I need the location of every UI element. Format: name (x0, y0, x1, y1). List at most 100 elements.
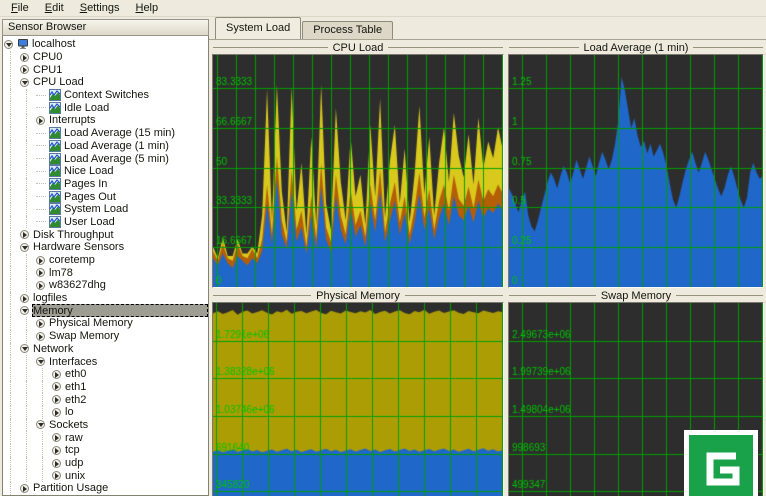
tree-item-label: Load Average (1 min) (64, 140, 169, 152)
swap-memory-chart-frame (508, 302, 764, 496)
expand-icon[interactable] (52, 382, 61, 391)
collapse-icon[interactable] (20, 243, 29, 252)
tree-item-system-load[interactable]: System Load (3, 203, 208, 216)
physical-memory-chart (213, 303, 503, 496)
collapse-icon[interactable] (36, 420, 45, 429)
tree-guide-line (3, 482, 19, 495)
tree-item-label: Load Average (15 min) (64, 127, 175, 139)
collapse-icon[interactable] (4, 40, 13, 49)
tree-item-label: Physical Memory (49, 317, 133, 329)
g-letter-icon (689, 435, 753, 496)
expand-icon[interactable] (36, 281, 45, 290)
tree-guide-line (19, 216, 35, 229)
tree-item-sockets[interactable]: Sockets (3, 419, 208, 432)
tree-item-raw[interactable]: raw (3, 431, 208, 444)
tree-item-user-load[interactable]: User Load (3, 216, 208, 229)
tree-item-interrupts[interactable]: Interrupts (3, 114, 208, 127)
tree-item-pages-out[interactable]: Pages Out (3, 190, 208, 203)
expand-icon[interactable] (52, 471, 61, 480)
tree-item-partition-usage[interactable]: Partition Usage (3, 482, 208, 495)
cpu-load-title: CPU Load (212, 42, 504, 54)
tree-item-body: Interfaces (48, 355, 208, 368)
tree-item-context-switches[interactable]: Context Switches (3, 89, 208, 102)
tree-item-eth0[interactable]: eth0 (3, 368, 208, 381)
tree-item-idle-load[interactable]: Idle Load (3, 101, 208, 114)
tree-item-udp[interactable]: udp (3, 457, 208, 470)
tree-item-tcp[interactable]: tcp (3, 444, 208, 457)
expand-icon[interactable] (36, 116, 45, 125)
tree-item-load-average-15-min-[interactable]: Load Average (15 min) (3, 127, 208, 140)
expand-icon[interactable] (36, 256, 45, 265)
expand-icon[interactable] (36, 319, 45, 328)
tree-item-swap-memory[interactable]: Swap Memory (3, 330, 208, 343)
expand-icon[interactable] (52, 459, 61, 468)
collapse-icon[interactable] (20, 306, 29, 315)
tree-item-logfiles[interactable]: logfiles (3, 292, 208, 305)
cpu-load-chart-frame (212, 54, 504, 288)
tree-item-lm78[interactable]: lm78 (3, 266, 208, 279)
tree-guide-line (3, 381, 19, 394)
tree-item-hardware-sensors[interactable]: Hardware Sensors (3, 241, 208, 254)
tree-item-body: Load Average (1 min) (48, 140, 208, 153)
tree-item-pages-in[interactable]: Pages In (3, 178, 208, 191)
tree-connector (36, 209, 46, 210)
expand-icon[interactable] (20, 294, 29, 303)
tree-item-body: User Load (48, 216, 208, 229)
menu-settings[interactable]: Settings (72, 1, 128, 16)
tree-item-interfaces[interactable]: Interfaces (3, 355, 208, 368)
tree-item-coretemp[interactable]: coretemp (3, 254, 208, 267)
expand-icon[interactable] (36, 268, 45, 277)
expand-icon[interactable] (52, 395, 61, 404)
tab-system-load[interactable]: System Load (215, 17, 301, 39)
tree-guide-line (3, 431, 19, 444)
tree-guide-line (3, 444, 19, 457)
tree-item-body: w83627dhg (48, 279, 208, 292)
expand-icon[interactable] (20, 53, 29, 62)
tree-guide-line (3, 203, 19, 216)
tree-item-body: eth2 (64, 393, 208, 406)
expand-icon[interactable] (20, 230, 29, 239)
worksheet-area: System LoadProcess Table CPU Load Load A… (209, 17, 766, 496)
tree-item-label: lm78 (49, 267, 73, 279)
menu-file[interactable]: File (3, 1, 37, 16)
tree-item-unix[interactable]: unix (3, 469, 208, 482)
tree-item-network[interactable]: Network (3, 343, 208, 356)
tab-process-table[interactable]: Process Table (302, 21, 393, 39)
menu-help[interactable]: Help (127, 1, 166, 16)
tree-guide-line (3, 89, 19, 102)
tree-guide-line (35, 469, 51, 482)
tree-connector (36, 145, 46, 146)
expand-icon[interactable] (36, 332, 45, 341)
tree-item-cpu0[interactable]: CPU0 (3, 51, 208, 64)
tree-item-localhost[interactable]: localhost (3, 38, 208, 51)
expand-icon[interactable] (52, 433, 61, 442)
tree-item-physical-memory[interactable]: Physical Memory (3, 317, 208, 330)
expand-icon[interactable] (20, 484, 29, 493)
tree-item-nice-load[interactable]: Nice Load (3, 165, 208, 178)
menu-edit[interactable]: Edit (37, 1, 72, 16)
tree-item-lo[interactable]: lo (3, 406, 208, 419)
tree-item-label: eth1 (65, 381, 86, 393)
tree-item-eth1[interactable]: eth1 (3, 381, 208, 394)
collapse-icon[interactable] (20, 78, 29, 87)
expand-icon[interactable] (52, 370, 61, 379)
collapse-icon[interactable] (36, 357, 45, 366)
expand-icon[interactable] (20, 65, 29, 74)
tree-item-cpu-load[interactable]: CPU Load (3, 76, 208, 89)
collapse-icon[interactable] (20, 344, 29, 353)
tree-item-load-average-1-min-[interactable]: Load Average (1 min) (3, 140, 208, 153)
sensor-icon (49, 191, 61, 203)
tree-item-w83627dhg[interactable]: w83627dhg (3, 279, 208, 292)
sensor-browser-header[interactable]: Sensor Browser (2, 19, 209, 36)
tree-item-load-average-5-min-[interactable]: Load Average (5 min) (3, 152, 208, 165)
tree-item-label: Context Switches (64, 89, 149, 101)
computer-icon (17, 38, 29, 50)
tree-item-cpu1[interactable]: CPU1 (3, 63, 208, 76)
tree-item-label: CPU0 (33, 51, 62, 63)
tree-connector (36, 133, 46, 134)
expand-icon[interactable] (52, 446, 61, 455)
expand-icon[interactable] (52, 408, 61, 417)
tree-item-memory[interactable]: Memory (3, 304, 208, 317)
tree-item-disk-throughput[interactable]: Disk Throughput (3, 228, 208, 241)
tree-item-eth2[interactable]: eth2 (3, 393, 208, 406)
